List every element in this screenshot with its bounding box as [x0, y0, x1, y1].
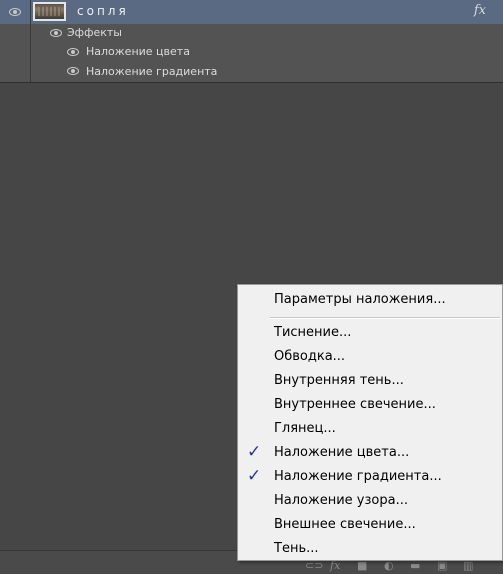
effects-label[interactable]: Эффекты: [67, 26, 122, 39]
visibility-eye-icon[interactable]: [9, 8, 21, 16]
effect-eye-icon[interactable]: [67, 67, 79, 75]
menu-item-pattern-overlay[interactable]: Наложение узора...: [238, 489, 502, 513]
menu-item-gradient-overlay[interactable]: ✓ Наложение градиента...: [238, 465, 502, 489]
effect-item-gradient-overlay[interactable]: Наложение градиента: [86, 65, 217, 78]
menu-item-stroke[interactable]: Обводка...: [238, 345, 502, 369]
menu-item-outer-glow[interactable]: Внешнее свечение...: [238, 513, 502, 537]
checkmark-icon: ✓: [247, 466, 262, 486]
menu-item-bevel-emboss[interactable]: Тиснение...: [238, 321, 502, 345]
panel-column-divider: [30, 0, 31, 82]
menu-item-drop-shadow[interactable]: Тень...: [238, 537, 502, 561]
layer-row-soplya[interactable]: сопля fx: [0, 0, 503, 25]
layer-style-context-menu: Параметры наложения... Тиснение... Обвод…: [237, 284, 503, 561]
layer-effects-list: Эффекты Наложение цвета Наложение градие…: [0, 24, 503, 83]
menu-item-inner-glow[interactable]: Внутреннее свечение...: [238, 393, 502, 417]
layer-thumbnail[interactable]: [33, 2, 66, 21]
fx-icon[interactable]: fx: [474, 3, 486, 18]
effect-item-color-overlay[interactable]: Наложение цвета: [86, 45, 190, 58]
menu-item-blending-options[interactable]: Параметры наложения...: [238, 288, 502, 312]
effect-eye-icon[interactable]: [67, 48, 79, 56]
menu-separator: [270, 317, 500, 319]
layer-name[interactable]: сопля: [77, 4, 129, 18]
menu-item-satin[interactable]: Глянец...: [238, 417, 502, 441]
checkmark-icon: ✓: [247, 442, 262, 462]
menu-item-inner-shadow[interactable]: Внутренняя тень...: [238, 369, 502, 393]
effects-eye-icon[interactable]: [50, 29, 62, 37]
menu-item-color-overlay[interactable]: ✓ Наложение цвета...: [238, 441, 502, 465]
